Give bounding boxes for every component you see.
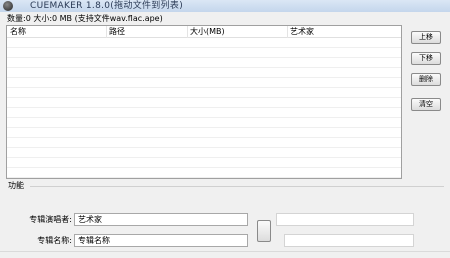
column-header-name[interactable]: 名称 xyxy=(10,26,26,37)
column-header-path[interactable]: 路径 xyxy=(109,26,125,37)
album-name-label: 专辑名称: xyxy=(37,236,72,245)
move-down-button[interactable]: 下移 xyxy=(411,52,441,65)
bottom-edge xyxy=(0,251,450,258)
move-up-button[interactable]: 上移 xyxy=(411,31,441,44)
clear-button[interactable]: 清空 xyxy=(411,98,441,111)
delete-button[interactable]: 删除 xyxy=(411,73,441,86)
extra-field[interactable] xyxy=(284,234,414,247)
status-text: 数量:0 大小:0 MB (支持文件wav.flac.ape) xyxy=(7,14,163,23)
app-disc-icon xyxy=(3,1,13,11)
album-name-input[interactable]: 专辑名称 xyxy=(74,234,248,247)
column-header-artist[interactable]: 艺术家 xyxy=(290,26,314,37)
function-group-title: 功能 xyxy=(8,181,24,190)
window-title: CUEMAKER 1.8.0(拖动文件到列表) xyxy=(30,1,184,11)
column-header-size[interactable]: 大小(MB) xyxy=(190,26,225,37)
output-path-field[interactable] xyxy=(276,213,414,226)
group-divider xyxy=(30,186,444,187)
file-list-rows xyxy=(7,38,401,178)
file-list-header: 名称 路径 大小(MB) 艺术家 xyxy=(7,26,401,38)
album-artist-input[interactable]: 艺术家 xyxy=(74,213,248,226)
title-bar: CUEMAKER 1.8.0(拖动文件到列表) xyxy=(0,0,450,12)
album-artist-label: 专辑演唱者: xyxy=(29,215,72,224)
file-list[interactable]: 名称 路径 大小(MB) 艺术家 xyxy=(6,25,402,179)
browse-button[interactable] xyxy=(257,220,271,242)
